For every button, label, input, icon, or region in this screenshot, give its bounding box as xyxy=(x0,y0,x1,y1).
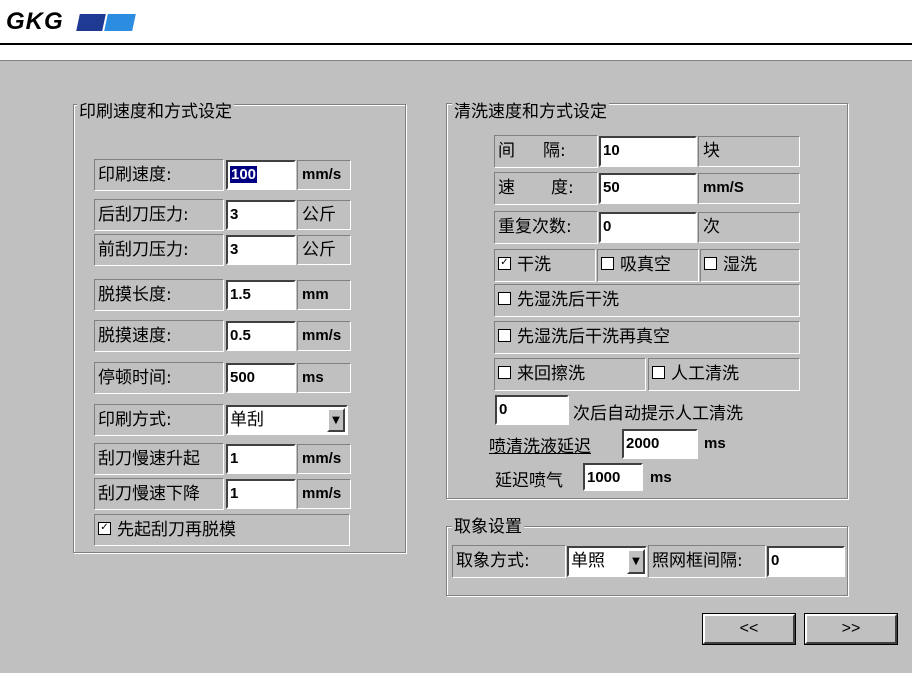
checkbox-empty-icon[interactable] xyxy=(601,257,614,270)
print-speed-label: 印刷速度: xyxy=(94,159,224,191)
frame-interval-label: 照网框间隔: xyxy=(648,545,766,578)
clean-interval-label: 间隔: xyxy=(494,135,598,168)
front-squeegee-pressure-label: 前刮刀压力: xyxy=(94,234,224,266)
squeegee-slow-rise-unit: mm/s xyxy=(297,444,351,474)
air-delay-unit: ms xyxy=(650,469,672,486)
logo-mark-dark xyxy=(76,14,106,31)
back-forth-wipe-checkbox[interactable]: 来回擦洗 xyxy=(494,358,646,391)
separation-speed-unit: mm/s xyxy=(297,321,351,351)
pause-time-unit: ms xyxy=(297,363,351,393)
checkbox-checked-icon[interactable]: ✓ xyxy=(98,522,111,535)
print-mode-label: 印刷方式: xyxy=(94,404,224,436)
repeat-count-input[interactable]: 0 xyxy=(599,212,697,243)
next-page-button[interactable]: >> xyxy=(805,614,897,644)
squeegee-slow-rise-input[interactable]: 1 xyxy=(226,444,296,474)
dry-clean-checkbox[interactable]: ✓ 干洗 xyxy=(494,249,596,282)
air-delay-input[interactable]: 1000 xyxy=(583,463,643,491)
squeegee-slow-rise-label: 刮刀慢速升起 xyxy=(94,443,224,475)
print-speed-unit: mm/s xyxy=(297,160,351,190)
auto-prompt-text: 次后自动提示人工清洗 xyxy=(573,404,743,424)
pause-time-label: 停顿时间: xyxy=(94,362,224,394)
prev-page-button[interactable]: << xyxy=(703,614,795,644)
clean-speed-label: 速度: xyxy=(494,172,598,205)
pause-time-input[interactable]: 500 xyxy=(226,363,296,393)
capture-mode-label: 取象方式: xyxy=(452,545,566,578)
clean-interval-unit: 块 xyxy=(698,136,800,167)
separation-length-unit: mm xyxy=(297,280,351,310)
squeegee-slow-down-unit: mm/s xyxy=(297,479,351,509)
squeegee-slow-down-input[interactable]: 1 xyxy=(226,479,296,509)
frame-interval-input[interactable]: 0 xyxy=(767,546,845,577)
rear-squeegee-pressure-unit: 公斤 xyxy=(297,200,351,230)
capture-mode-dropdown-icon[interactable]: ▼ xyxy=(627,549,645,574)
repeat-count-unit: 次 xyxy=(698,212,800,243)
rear-squeegee-pressure-input[interactable]: 3 xyxy=(226,200,296,230)
front-squeegee-pressure-unit: 公斤 xyxy=(297,235,351,265)
gkg-logo: GKG xyxy=(6,8,64,35)
squeegee-slow-down-label: 刮刀慢速下降 xyxy=(94,478,224,510)
checkbox-empty-icon[interactable] xyxy=(652,366,665,379)
wet-clean-checkbox[interactable]: 湿洗 xyxy=(700,249,800,282)
squeegee-first-checkbox[interactable]: ✓ 先起刮刀再脱模 xyxy=(94,514,350,546)
vacuum-checkbox[interactable]: 吸真空 xyxy=(597,249,699,282)
spray-delay-unit: ms xyxy=(704,435,726,452)
wet-dry-vacuum-checkbox[interactable]: 先湿洗后干洗再真空 xyxy=(494,321,800,354)
checkbox-checked-icon[interactable]: ✓ xyxy=(498,257,511,270)
checkbox-empty-icon[interactable] xyxy=(498,292,511,305)
spray-delay-label: 喷清洗液延迟 xyxy=(489,437,591,457)
clean-speed-input[interactable]: 50 xyxy=(599,173,697,204)
manual-clean-checkbox[interactable]: 人工清洗 xyxy=(648,358,800,391)
auto-prompt-count-input[interactable]: 0 xyxy=(495,395,569,425)
spray-delay-input[interactable]: 2000 xyxy=(622,429,698,459)
front-squeegee-pressure-input[interactable]: 3 xyxy=(226,235,296,265)
air-delay-label: 延迟喷气 xyxy=(495,471,563,491)
separation-length-input[interactable]: 1.5 xyxy=(226,280,296,310)
repeat-count-label: 重复次数: xyxy=(494,211,598,244)
print-speed-input[interactable]: 100 xyxy=(226,160,296,190)
clean-speed-unit: mm/S xyxy=(698,173,800,204)
clean-interval-input[interactable]: 10 xyxy=(599,136,697,167)
rear-squeegee-pressure-label: 后刮刀压力: xyxy=(94,199,224,231)
header-divider xyxy=(0,43,912,45)
separation-length-label: 脱摸长度: xyxy=(94,279,224,311)
print-settings-title: 印刷速度和方式设定 xyxy=(77,102,234,122)
checkbox-empty-icon[interactable] xyxy=(498,329,511,342)
checkbox-empty-icon[interactable] xyxy=(704,257,717,270)
separation-speed-label: 脱摸速度: xyxy=(94,320,224,352)
capture-settings-title: 取象设置 xyxy=(452,517,524,537)
checkbox-empty-icon[interactable] xyxy=(498,366,511,379)
wet-then-dry-checkbox[interactable]: 先湿洗后干洗 xyxy=(494,284,800,317)
separation-speed-input[interactable]: 0.5 xyxy=(226,321,296,351)
logo-mark-light xyxy=(104,14,136,31)
clean-settings-title: 清洗速度和方式设定 xyxy=(452,102,609,122)
print-mode-dropdown-icon[interactable]: ▼ xyxy=(327,408,345,432)
